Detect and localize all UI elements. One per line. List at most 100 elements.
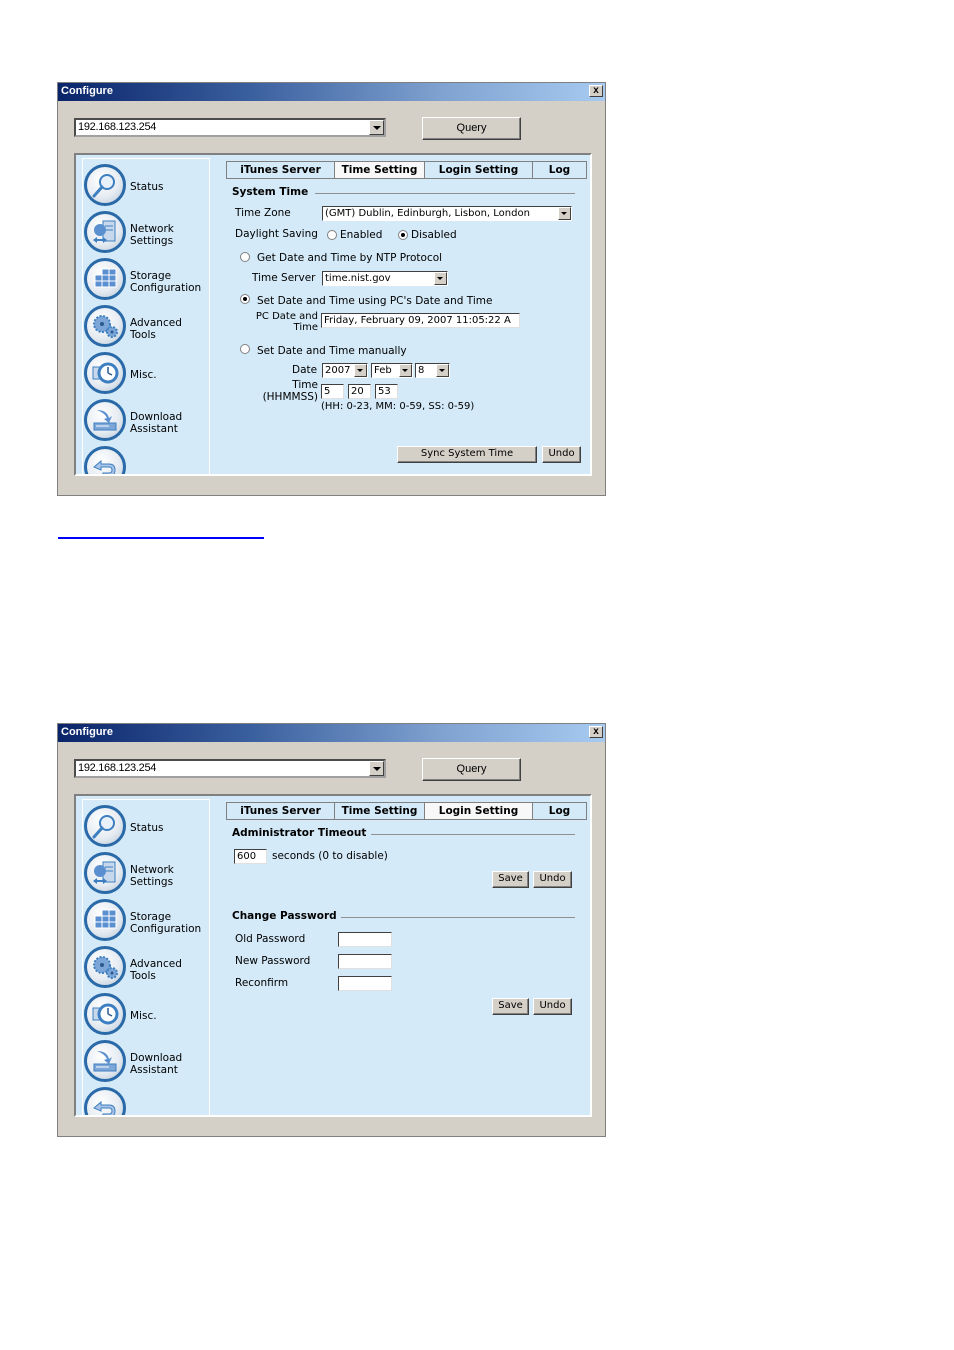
sidebar-item-download-assistant[interactable]: Download Assistant (83, 399, 209, 443)
sidebar-item-misc[interactable]: Misc. (83, 352, 209, 396)
tab-log[interactable]: Log (533, 803, 586, 819)
time-label-line2: (HHMMSS) (262, 391, 318, 403)
sidebar-label-line2: Settings (130, 235, 174, 247)
pc-datetime-label-line2: Time (293, 322, 318, 333)
ntp-option-radio[interactable] (240, 252, 250, 262)
sidebar-item-download-assistant[interactable]: Download Assistant (83, 1040, 209, 1084)
sidebar-item-advanced-tools[interactable]: Advanced Tools (83, 305, 209, 349)
ip-address-combobox[interactable]: 192.168.123.254 (74, 118, 386, 137)
new-password-field[interactable] (338, 954, 392, 969)
undo-button[interactable]: Undo (542, 446, 581, 463)
system-time-section-title: System Time (232, 186, 309, 198)
time-zone-select[interactable]: (GMT) Dublin, Edinburgh, Lisbon, London (322, 206, 572, 221)
tab-login-setting[interactable]: Login Setting (425, 803, 533, 819)
ip-address-combobox[interactable]: 192.168.123.254 (74, 759, 386, 778)
date-year-value: 2007 (325, 365, 351, 376)
date-month-select[interactable]: Feb (371, 363, 413, 378)
tab-itunes-server[interactable]: iTunes Server (227, 803, 335, 819)
sidebar: Status Network Settings Storage Configurat… (82, 158, 210, 474)
query-button[interactable]: Query (422, 758, 521, 781)
query-button[interactable]: Query (422, 117, 521, 140)
close-button[interactable]: x (589, 726, 603, 738)
date-year-select[interactable]: 2007 (322, 363, 368, 378)
time-label: Time (HHMMSS) (256, 379, 318, 403)
daylight-enabled-radio[interactable] (327, 230, 337, 240)
sidebar-item-logout[interactable]: Logout (83, 1087, 209, 1115)
logout-icon (84, 446, 126, 474)
sidebar-label-line1: Advanced (130, 958, 182, 970)
change-password-section-title: Change Password (232, 910, 337, 922)
daylight-disabled-radio[interactable] (398, 230, 408, 240)
chevron-down-icon[interactable] (434, 272, 447, 285)
hyperlink-underline[interactable] (58, 537, 264, 539)
download-icon (84, 1040, 126, 1082)
tab-log[interactable]: Log (533, 162, 586, 178)
chevron-down-icon[interactable] (399, 364, 412, 377)
storage-icon (84, 258, 126, 300)
configure-window-time-setting: Configure x 192.168.123.254 Query Status… (57, 82, 606, 496)
close-button[interactable]: x (589, 85, 603, 97)
daylight-saving-label: Daylight Saving (235, 228, 318, 240)
timeout-save-button[interactable]: Save (492, 871, 529, 888)
sidebar: Status Network Settings Storage Configurat… (82, 799, 210, 1115)
manual-option-radio[interactable] (240, 344, 250, 354)
password-save-button[interactable]: Save (492, 998, 529, 1015)
tab-login-setting[interactable]: Login Setting (425, 162, 533, 178)
time-hh-field[interactable]: 5 (321, 384, 344, 399)
sidebar-label-line1: Advanced (130, 317, 182, 329)
manual-option-label: Set Date and Time manually (257, 345, 407, 357)
chevron-down-icon[interactable] (558, 207, 571, 220)
timeout-undo-button[interactable]: Undo (533, 871, 572, 888)
download-icon (84, 399, 126, 441)
password-undo-button[interactable]: Undo (533, 998, 572, 1015)
reconfirm-label: Reconfirm (235, 977, 289, 989)
chevron-down-icon[interactable] (369, 120, 384, 135)
sidebar-item-network-settings[interactable]: Network Settings (83, 211, 209, 255)
gears-icon (84, 305, 126, 347)
sidebar-item-misc[interactable]: Misc. (83, 993, 209, 1037)
date-label: Date (292, 364, 318, 376)
tab-itunes-server[interactable]: iTunes Server (227, 162, 335, 178)
sidebar-label: Advanced Tools (130, 958, 182, 982)
tab-time-setting[interactable]: Time Setting (335, 803, 425, 819)
date-day-select[interactable]: 8 (415, 363, 450, 378)
sidebar-label: Storage Configuration (130, 911, 201, 935)
reconfirm-field[interactable] (338, 976, 392, 991)
sidebar-item-status[interactable]: Status (83, 164, 209, 208)
time-server-select[interactable]: time.nist.gov (322, 271, 448, 286)
pc-time-option-radio[interactable] (240, 294, 250, 304)
old-password-field[interactable] (338, 932, 392, 947)
sidebar-item-logout[interactable]: Logout (83, 446, 209, 474)
chevron-down-icon[interactable] (436, 364, 449, 377)
admin-timeout-section-title: Administrator Timeout (232, 827, 367, 839)
section-divider (315, 193, 575, 194)
chevron-down-icon[interactable] (354, 364, 367, 377)
tab-time-setting[interactable]: Time Setting (335, 162, 425, 178)
sidebar-label-line1: Storage (130, 911, 172, 923)
sidebar-label: Logout (130, 473, 166, 474)
time-ss-field[interactable]: 53 (375, 384, 398, 399)
date-day-value: 8 (418, 365, 425, 376)
ip-address-value: 192.168.123.254 (78, 762, 157, 774)
sidebar-item-status[interactable]: Status (83, 805, 209, 849)
sidebar-label-line2: Assistant (130, 1064, 178, 1076)
sidebar-label: Status (130, 181, 164, 193)
time-mm-field[interactable]: 20 (348, 384, 371, 399)
sidebar-label-line2: Configuration (130, 923, 202, 935)
section-divider (371, 834, 575, 835)
sidebar-label-line1: Network (130, 864, 174, 876)
timeout-field[interactable]: 600 (234, 849, 267, 864)
pc-datetime-label: PC Date and Time (252, 311, 318, 333)
sidebar-item-advanced-tools[interactable]: Advanced Tools (83, 946, 209, 990)
section-divider (341, 917, 575, 918)
sidebar-item-network-settings[interactable]: Network Settings (83, 852, 209, 896)
pc-datetime-field[interactable]: Friday, February 09, 2007 11:05:22 A (321, 313, 520, 328)
title-bar: Configure x (58, 83, 605, 101)
sync-system-time-button[interactable]: Sync System Time (397, 446, 537, 463)
sidebar-label-line1: Storage (130, 270, 172, 282)
storage-icon (84, 899, 126, 941)
tab-bar: iTunes Server Time Setting Login Setting… (226, 161, 587, 179)
chevron-down-icon[interactable] (369, 761, 384, 776)
sidebar-item-storage-configuration[interactable]: Storage Configuration (83, 899, 209, 943)
sidebar-item-storage-configuration[interactable]: Storage Configuration (83, 258, 209, 302)
